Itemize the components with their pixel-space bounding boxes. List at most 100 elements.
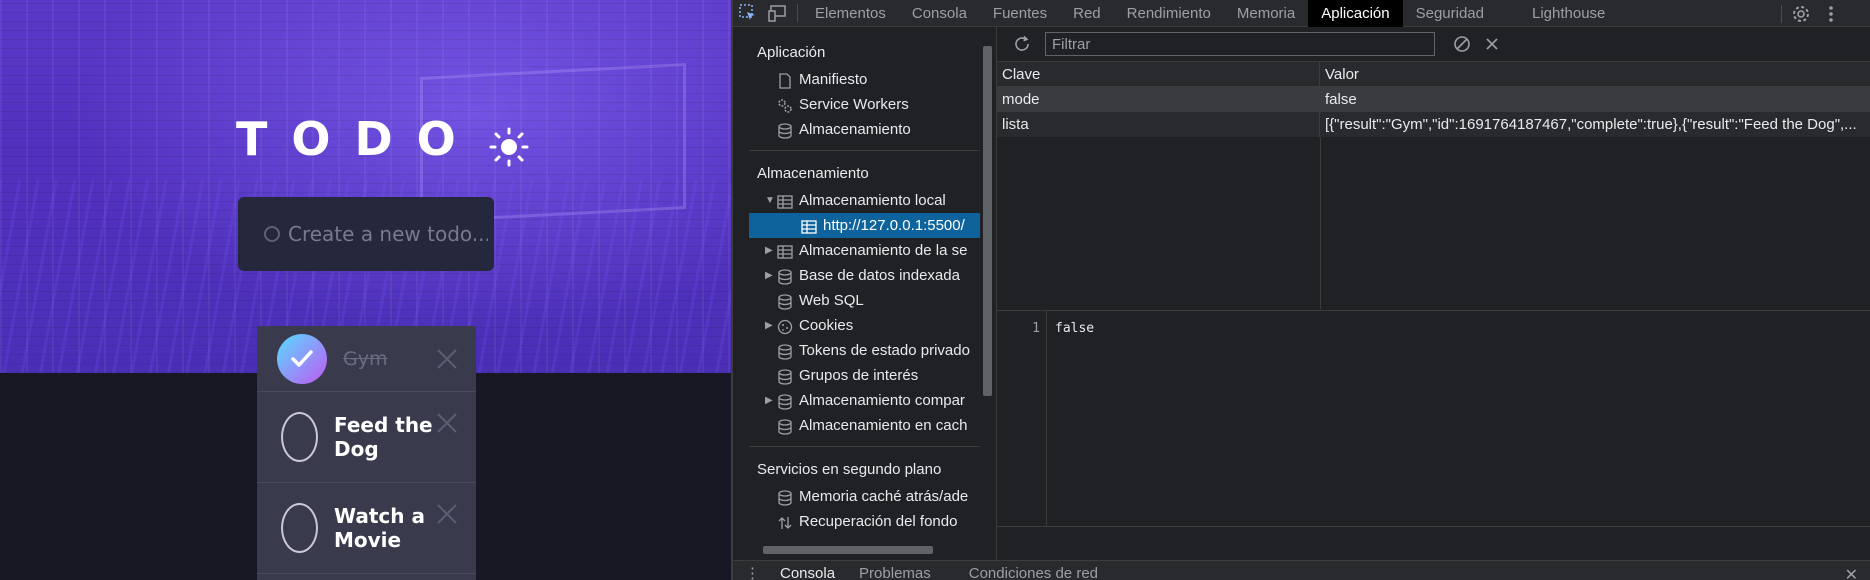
refresh-icon[interactable] xyxy=(1007,29,1037,59)
table-row[interactable]: mode false xyxy=(997,87,1870,112)
line-number-gutter: 1 xyxy=(997,311,1047,527)
tab-fuentes[interactable]: Fuentes xyxy=(980,0,1060,27)
clear-all-icon[interactable] xyxy=(1447,29,1477,59)
sidebar-vertical-scrollbar[interactable] xyxy=(980,30,994,543)
sidebar-item-label: Tokens de estado privado xyxy=(799,342,970,359)
devtools-panel: Elementos Consola Fuentes Red Rendimient… xyxy=(733,0,1870,580)
table-row[interactable]: lista [{"result":"Gym","id":169176418746… xyxy=(997,112,1870,137)
column-header-value[interactable]: Valor xyxy=(1320,62,1870,86)
sidebar-item-indexeddb[interactable]: ▶ Base de datos indexada xyxy=(749,263,980,288)
preview-content[interactable]: false xyxy=(1055,321,1094,336)
todo-list: Gym Feed the Dog Watch a Movie xyxy=(257,326,476,580)
table-header: Clave Valor xyxy=(997,62,1870,87)
sidebar-item-background-fetch[interactable]: Recuperación del fondo xyxy=(749,509,980,534)
tab-consola[interactable]: Consola xyxy=(899,0,980,27)
database-icon xyxy=(777,368,793,385)
inspect-element-icon[interactable] xyxy=(733,0,763,27)
circle-icon xyxy=(264,226,280,242)
sidebar-item-label: http://127.0.0.1:5500/ xyxy=(823,217,965,234)
tab-aplicacion[interactable]: Aplicación xyxy=(1308,0,1403,27)
table-icon xyxy=(777,243,793,259)
sidebar-item-label: Service Workers xyxy=(799,96,909,113)
delete-selected-icon[interactable] xyxy=(1477,29,1507,59)
sidebar-item-bfcache[interactable]: Memoria caché atrás/ade xyxy=(749,484,980,509)
more-vertical-icon[interactable] xyxy=(1816,0,1846,27)
sidebar-section-almacenamiento: Almacenamiento xyxy=(757,165,869,182)
device-toolbar-icon[interactable] xyxy=(763,0,793,27)
sidebar-item-cache-storage[interactable]: Almacenamiento en cach xyxy=(749,413,980,438)
sidebar-item-label: Web SQL xyxy=(799,292,864,309)
column-header-key[interactable]: Clave xyxy=(997,62,1320,86)
database-icon xyxy=(777,122,793,139)
close-icon[interactable] xyxy=(436,503,458,525)
sidebar-item-label: Cookies xyxy=(799,317,854,334)
todo-text: Watch a Movie xyxy=(334,504,425,552)
sidebar-item-label: Recuperación del fondo xyxy=(799,513,958,530)
sidebar-item-local-origin[interactable]: http://127.0.0.1:5500/ xyxy=(749,213,980,238)
bottom-drawer: ⋮ Consola Problemas Condiciones de red ✕ xyxy=(733,560,1870,580)
close-icon[interactable] xyxy=(436,348,458,370)
todo-app: TODO Gym Feed the Dog xyxy=(0,0,731,580)
filter-input[interactable] xyxy=(1045,32,1435,56)
sidebar-item-label: Almacenamiento de la se xyxy=(799,242,968,259)
list-item: Gym xyxy=(257,326,476,392)
tab-seguridad[interactable]: Seguridad xyxy=(1403,0,1497,27)
sidebar-item-shared-storage[interactable]: ▶ Almacenamiento compar xyxy=(749,388,980,413)
cell-key: mode xyxy=(997,87,1320,112)
sidebar-item-websql[interactable]: Web SQL xyxy=(749,288,980,313)
drawer-tab-condiciones[interactable]: Condiciones de red xyxy=(957,561,1110,580)
drawer-menu-icon[interactable]: ⋮ xyxy=(733,561,768,580)
tab-memoria[interactable]: Memoria xyxy=(1224,0,1308,27)
sidebar-item-label: Base de datos indexada xyxy=(799,267,960,284)
collapsed-triangle-icon[interactable]: ▶ xyxy=(765,263,773,288)
drawer-tab-consola[interactable]: Consola xyxy=(768,561,847,580)
sidebar-item-manifiesto[interactable]: Manifiesto xyxy=(749,67,980,92)
sidebar-item-cookies[interactable]: ▶ Cookies xyxy=(749,313,980,338)
tab-lighthouse[interactable]: Lighthouse xyxy=(1519,0,1618,27)
checkbox-circle[interactable] xyxy=(281,503,318,553)
sidebar-item-service-workers[interactable]: Service Workers xyxy=(749,92,980,117)
hero-background xyxy=(0,0,731,373)
sidebar-item-label: Almacenamiento local xyxy=(799,192,946,209)
sidebar-item-trust-tokens[interactable]: Tokens de estado privado xyxy=(749,338,980,363)
checkbox-circle[interactable] xyxy=(281,412,318,462)
sidebar-item-interest-groups[interactable]: Grupos de interés xyxy=(749,363,980,388)
document-icon xyxy=(777,72,793,89)
cookie-icon xyxy=(777,318,793,335)
storage-toolbar xyxy=(997,27,1870,62)
drawer-tab-problemas[interactable]: Problemas xyxy=(847,561,943,580)
tabbar-actions xyxy=(1777,0,1870,27)
todo-text: Feed the Dog xyxy=(334,413,433,461)
collapsed-triangle-icon[interactable]: ▶ xyxy=(765,238,773,263)
sun-icon[interactable] xyxy=(487,125,531,169)
sidebar-item-session-storage[interactable]: ▶ Almacenamiento de la se xyxy=(749,238,980,263)
checkmark-icon[interactable] xyxy=(277,333,327,384)
sidebar-section-background-services: Servicios en segundo plano xyxy=(757,461,942,478)
sidebar-item-label: Almacenamiento xyxy=(799,121,911,138)
tab-separator xyxy=(1781,4,1782,23)
cell-key: lista xyxy=(997,112,1320,137)
sidebar-item-almacenamiento-local[interactable]: ▼ Almacenamiento local xyxy=(749,188,980,213)
collapsed-triangle-icon[interactable]: ▶ xyxy=(765,313,773,338)
sidebar-item-label: Memoria caché atrás/ade xyxy=(799,488,969,505)
line-number: 1 xyxy=(1032,321,1040,336)
tab-red[interactable]: Red xyxy=(1060,0,1114,27)
sidebar-item-label: Manifiesto xyxy=(799,71,868,88)
storage-table: Clave Valor mode false lista [{"result":… xyxy=(997,62,1870,309)
todo-text: Gym xyxy=(343,347,388,370)
sidebar-item-almacenamiento[interactable]: Almacenamiento xyxy=(749,117,980,142)
tab-elementos[interactable]: Elementos xyxy=(802,0,899,27)
sidebar-horizontal-scrollbar[interactable] xyxy=(749,543,980,557)
devtools-tabbar: Elementos Consola Fuentes Red Rendimient… xyxy=(733,0,1870,27)
tab-rendimiento[interactable]: Rendimiento xyxy=(1114,0,1224,27)
table-icon xyxy=(801,218,817,234)
new-todo-input[interactable] xyxy=(288,222,488,246)
close-drawer-icon[interactable]: ✕ xyxy=(1845,565,1858,580)
list-item: Watch a Movie xyxy=(257,483,476,574)
expanded-triangle-icon[interactable]: ▼ xyxy=(765,188,775,213)
collapsed-triangle-icon[interactable]: ▶ xyxy=(765,388,773,413)
list-item: Feed the Dog xyxy=(257,392,476,483)
gear-icon[interactable] xyxy=(1786,0,1816,27)
main-bottom-bar xyxy=(997,526,1870,560)
close-icon[interactable] xyxy=(436,412,458,434)
